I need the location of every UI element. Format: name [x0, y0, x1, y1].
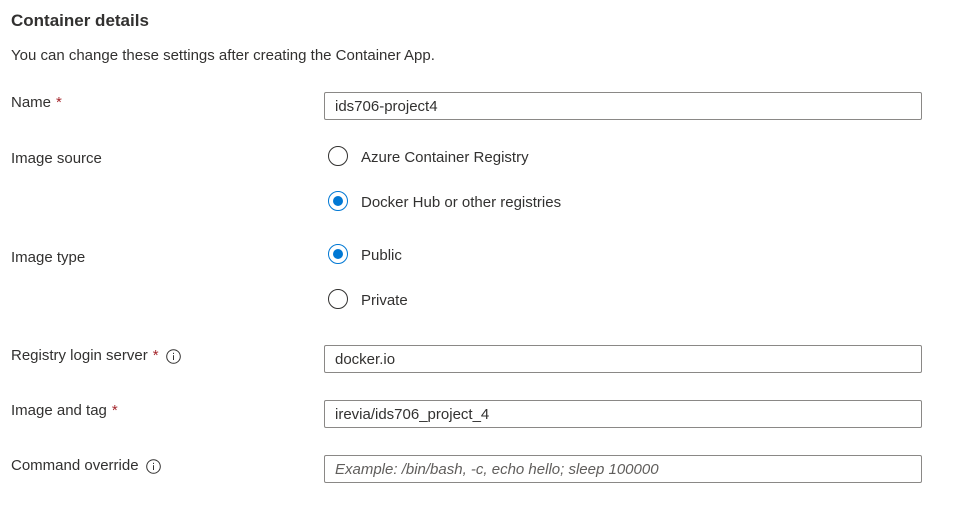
registry-login-server-label-row: Registry login server * — [11, 346, 181, 366]
radio-button[interactable] — [328, 289, 348, 309]
command-override-label-row: Command override — [11, 456, 161, 476]
radio-button[interactable] — [328, 146, 348, 166]
radio-label: Public — [361, 247, 402, 264]
image-type-label: Image type — [11, 249, 86, 266]
radio-docker-hub[interactable]: Docker Hub or other registries — [328, 191, 561, 211]
radio-label: Azure Container Registry — [361, 149, 529, 166]
radio-public[interactable]: Public — [328, 244, 402, 264]
required-asterisk: * — [56, 94, 62, 111]
image-and-tag-label: Image and tag — [11, 402, 107, 419]
image-and-tag-input[interactable] — [324, 400, 922, 428]
command-override-input[interactable] — [324, 455, 922, 483]
registry-login-server-label: Registry login server — [11, 347, 148, 364]
name-input[interactable] — [324, 92, 922, 120]
info-icon[interactable] — [145, 458, 161, 474]
command-override-label: Command override — [11, 457, 139, 474]
name-label-row: Name * — [11, 93, 62, 113]
radio-button-checked[interactable] — [328, 191, 348, 211]
registry-login-server-input[interactable] — [324, 345, 922, 373]
radio-azure-container-registry[interactable]: Azure Container Registry — [328, 146, 529, 166]
required-asterisk: * — [111, 402, 118, 419]
radio-button-checked[interactable] — [328, 244, 348, 264]
radio-label: Docker Hub or other registries — [361, 194, 562, 211]
image-and-tag-label-row: Image and tag * — [11, 401, 118, 421]
radio-private[interactable]: Private — [328, 289, 408, 309]
radio-label: Private — [361, 292, 408, 309]
image-source-label: Image source — [11, 150, 102, 167]
section-description: You can change these settings after crea… — [11, 47, 435, 64]
required-asterisk: * — [152, 347, 159, 364]
section-title: Container details — [11, 11, 149, 30]
name-label: Name — [11, 94, 52, 111]
info-icon[interactable] — [165, 348, 181, 364]
